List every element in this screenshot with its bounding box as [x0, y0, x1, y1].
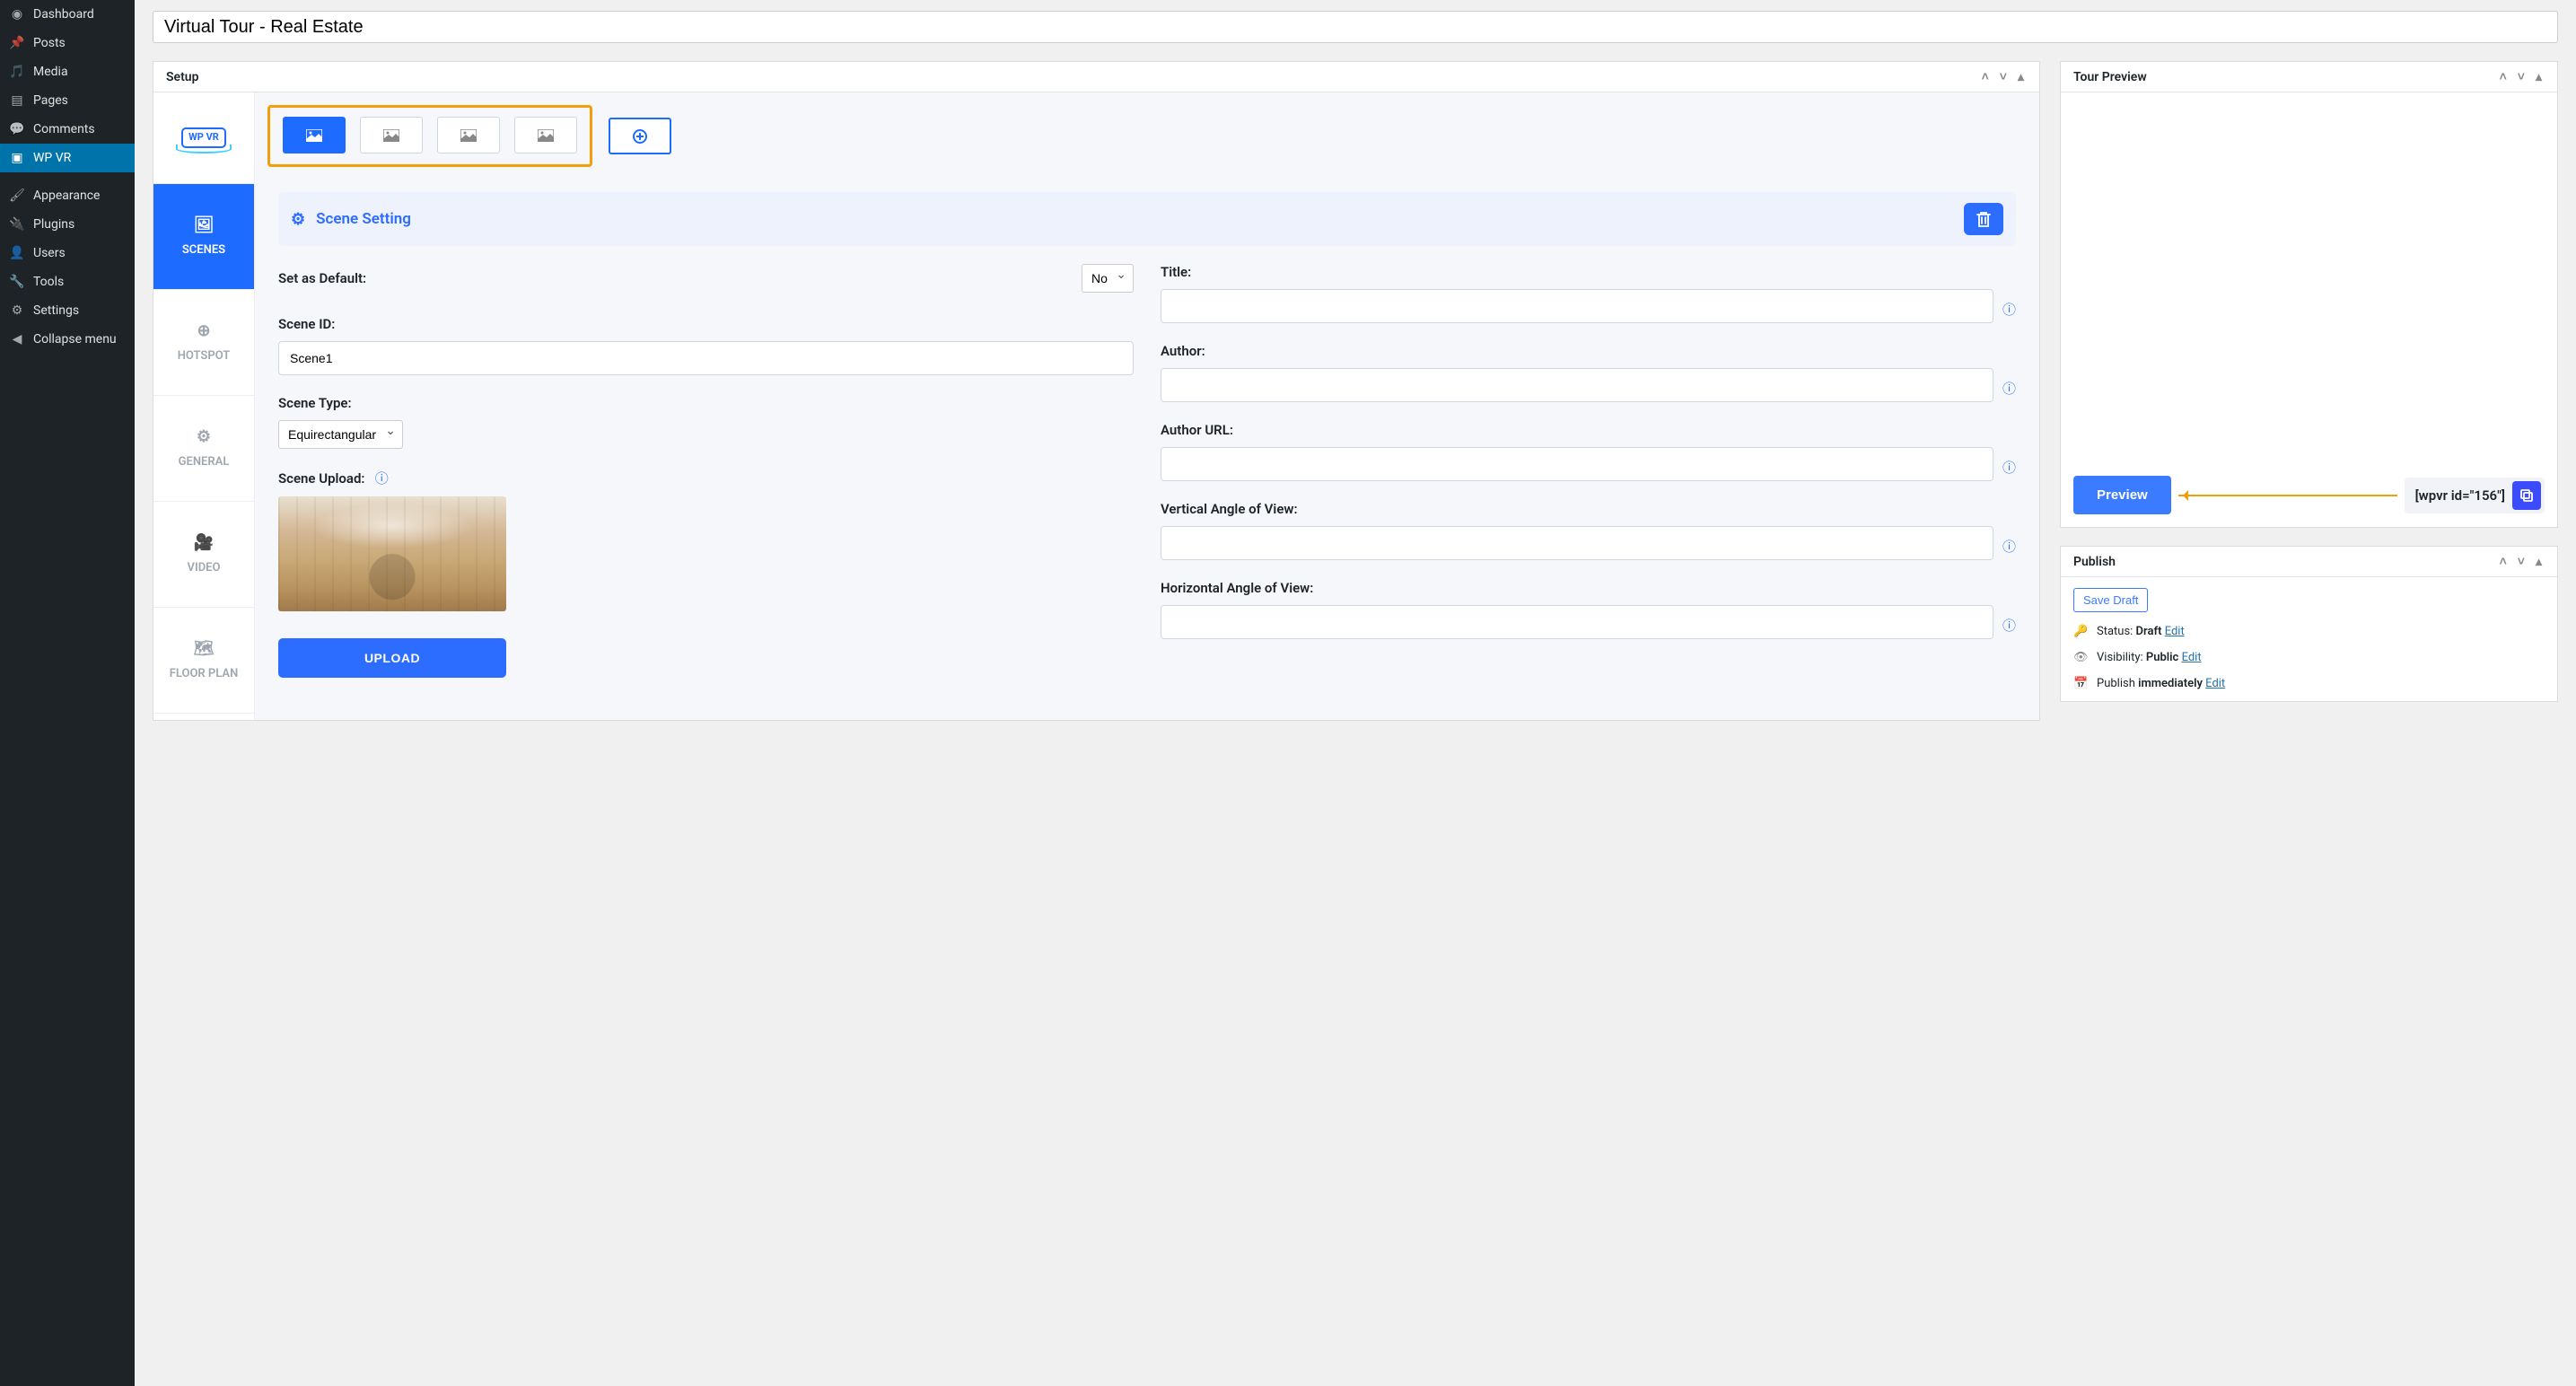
wp-admin-sidebar: ◉Dashboard 📌Posts 🎵Media ▤Pages 💬Comment… [0, 0, 135, 1386]
sidebar-item-pages[interactable]: ▤Pages [0, 86, 135, 115]
edit-status-link[interactable]: Edit [2165, 625, 2185, 638]
author-input[interactable] [1161, 368, 1993, 402]
tour-title-input[interactable] [153, 11, 2558, 43]
sidebar-item-comments[interactable]: 💬Comments [0, 115, 135, 144]
map-icon: 🗺 [194, 638, 215, 659]
info-icon[interactable]: ⓘ [2002, 458, 2016, 477]
gear-icon: ⚙ [291, 210, 305, 229]
preview-panel-title: Tour Preview [2073, 70, 2147, 84]
panel-toggle-icon[interactable]: ▴ [2015, 70, 2027, 84]
title-label: Title: [1161, 264, 2016, 280]
scene-thumbnail-preview [278, 496, 506, 611]
vaov-input[interactable] [1161, 526, 1993, 560]
author-url-label: Author URL: [1161, 422, 2016, 438]
title-input[interactable] [1161, 289, 1993, 323]
setup-panel-title: Setup [166, 70, 198, 84]
plugin-icon: 🔌 [9, 217, 25, 232]
panel-down-icon[interactable]: ˅ [2515, 69, 2528, 84]
vaov-label: Vertical Angle of View: [1161, 501, 2016, 517]
comments-icon: 💬 [9, 122, 25, 136]
info-icon[interactable]: ⓘ [375, 470, 389, 487]
tab-floorplan[interactable]: 🗺 FLOOR PLAN [153, 608, 254, 714]
target-icon: ⊕ [197, 320, 210, 341]
sidebar-item-appearance[interactable]: 🖌Appearance [0, 181, 135, 210]
tab-general[interactable]: ⚙ GENERAL [153, 396, 254, 502]
panel-up-icon[interactable]: ˄ [2497, 69, 2510, 84]
tab-scenes[interactable]: 🖼 SCENES [153, 184, 254, 290]
sidebar-item-plugins[interactable]: 🔌Plugins [0, 210, 135, 239]
pin-icon: 📌 [9, 36, 25, 50]
delete-scene-button[interactable] [1964, 203, 2003, 235]
sidebar-item-dashboard[interactable]: ◉Dashboard [0, 0, 135, 29]
tour-preview-panel: Tour Preview ˄ ˅ ▴ Preview [wpvr id="156… [2060, 61, 2558, 528]
info-icon[interactable]: ⓘ [2002, 379, 2016, 398]
tab-video[interactable]: 🎥 VIDEO [153, 502, 254, 608]
key-icon: 🔑 [2073, 625, 2088, 638]
sidebar-item-media[interactable]: 🎵Media [0, 57, 135, 86]
sidebar-item-settings[interactable]: ⚙Settings [0, 296, 135, 325]
edit-visibility-link[interactable]: Edit [2182, 651, 2202, 664]
add-scene-button[interactable] [609, 118, 671, 154]
haov-label: Horizontal Angle of View: [1161, 580, 2016, 596]
sidebar-item-posts[interactable]: 📌Posts [0, 29, 135, 57]
scene-thumbnails-highlight [267, 105, 592, 167]
sidebar-item-tools[interactable]: 🔧Tools [0, 268, 135, 296]
dashboard-icon: ◉ [9, 7, 25, 22]
panel-up-icon[interactable]: ˄ [1979, 69, 1992, 84]
shortcode-text: [wpvr id="156"] [2415, 487, 2505, 504]
scene-setting-title: Scene Setting [316, 210, 411, 228]
media-icon: 🎵 [9, 65, 25, 79]
upload-button[interactable]: UPLOAD [278, 638, 506, 678]
scene-thumb-1[interactable] [283, 117, 346, 154]
preview-button[interactable]: Preview [2073, 476, 2171, 514]
calendar-icon: 📅 [2073, 677, 2088, 690]
info-icon[interactable]: ⓘ [2002, 300, 2016, 319]
panel-toggle-icon[interactable]: ▴ [2533, 70, 2545, 84]
save-draft-button[interactable]: Save Draft [2073, 588, 2148, 612]
panel-up-icon[interactable]: ˄ [2497, 554, 2510, 569]
panel-toggle-icon[interactable]: ▴ [2533, 555, 2545, 569]
gear-icon: ⚙ [197, 426, 211, 447]
preview-canvas [2061, 92, 2557, 476]
wrench-icon: 🔧 [9, 275, 25, 289]
publish-panel-title: Publish [2073, 555, 2116, 569]
haov-input[interactable] [1161, 605, 1993, 639]
scene-id-input[interactable] [278, 341, 1134, 375]
brush-icon: 🖌 [9, 189, 25, 203]
scene-thumb-4[interactable] [514, 117, 577, 154]
panel-down-icon[interactable]: ˅ [2515, 554, 2528, 569]
sliders-icon: ⚙ [9, 303, 25, 318]
wpvr-logo-tab: WP VR [153, 92, 254, 184]
collapse-icon: ◀ [9, 332, 25, 346]
set-default-label: Set as Default: [278, 270, 366, 286]
sidebar-item-collapse[interactable]: ◀Collapse menu [0, 325, 135, 354]
pages-icon: ▤ [9, 93, 25, 108]
setup-panel: Setup ˄ ˅ ▴ WP VR 🖼 [153, 61, 2040, 721]
publish-panel: Publish ˄ ˅ ▴ Save Draft 🔑 Status: Draft… [2060, 546, 2558, 702]
scene-upload-label: Scene Upload: [278, 470, 365, 487]
set-default-select[interactable]: No [1082, 264, 1134, 293]
tab-hotspot[interactable]: ⊕ HOTSPOT [153, 290, 254, 396]
sidebar-item-users[interactable]: 👤Users [0, 239, 135, 268]
copy-shortcode-button[interactable] [2512, 481, 2541, 510]
video-icon: 🎥 [194, 532, 214, 553]
sidebar-item-wpvr[interactable]: ▣WP VR [0, 144, 135, 172]
annotation-arrow [2178, 495, 2397, 496]
edit-publish-link[interactable]: Edit [2205, 677, 2225, 690]
scene-thumb-3[interactable] [437, 117, 500, 154]
eye-icon: 👁 [2073, 651, 2088, 664]
panel-down-icon[interactable]: ˅ [1997, 69, 2010, 84]
author-url-input[interactable] [1161, 447, 1993, 481]
info-icon[interactable]: ⓘ [2002, 616, 2016, 635]
author-label: Author: [1161, 343, 2016, 359]
vr-icon: ▣ [9, 151, 25, 165]
scene-thumb-2[interactable] [360, 117, 423, 154]
scene-id-label: Scene ID: [278, 316, 1134, 332]
image-icon: 🖼 [194, 215, 215, 235]
info-icon[interactable]: ⓘ [2002, 537, 2016, 556]
scene-type-select[interactable]: Equirectangular [278, 420, 403, 449]
scene-type-label: Scene Type: [278, 395, 1134, 411]
user-icon: 👤 [9, 246, 25, 260]
